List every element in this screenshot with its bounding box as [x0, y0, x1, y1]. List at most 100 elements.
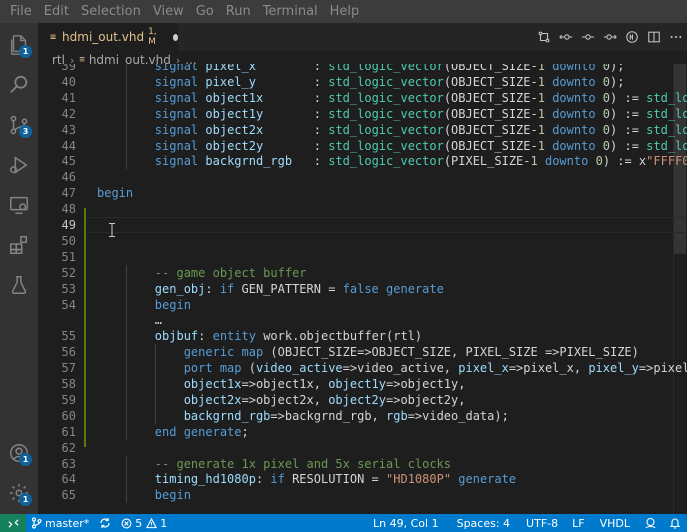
menu-run[interactable]: Run: [220, 0, 257, 23]
code-line[interactable]: 57 port map (video_active=>video_active,…: [38, 360, 687, 377]
warning-icon: [146, 517, 158, 528]
code-text: -- game object buffer: [154, 265, 307, 280]
code-line[interactable]: 52 -- game object buffer: [38, 264, 687, 281]
code-line[interactable]: 40 signal pixel_y : std_logic_vector(OBJ…: [38, 73, 687, 90]
line-number: 44: [61, 138, 76, 153]
menu-file[interactable]: File: [4, 0, 38, 23]
code-line[interactable]: 51: [38, 249, 687, 265]
line-number: 46: [61, 170, 76, 185]
remote-icon: [7, 518, 19, 528]
unsaved-dot-icon[interactable]: [172, 33, 178, 41]
compare-changes-button[interactable]: [533, 26, 555, 48]
indent-guide: [125, 153, 127, 170]
branch-name: master*: [45, 516, 90, 530]
line-number: 57: [61, 361, 76, 376]
menu-terminal[interactable]: Terminal: [257, 0, 324, 23]
code-text: signal object2y : std_logic_vector(OBJEC…: [154, 138, 687, 153]
sync-button[interactable]: [94, 514, 116, 532]
split-editor-button[interactable]: [643, 26, 665, 48]
code-line[interactable]: 58 object1x=>object1x, object1y=>object1…: [38, 376, 687, 392]
cursor-position[interactable]: Ln 49, Col 1: [364, 514, 448, 532]
accounts-button[interactable]: 1: [0, 433, 38, 473]
line-number: 48: [61, 202, 76, 217]
code-line[interactable]: 60 backgrnd_rgb=>backgrnd_rgb, rgb=>vide…: [38, 407, 687, 424]
code-line[interactable]: 48: [38, 201, 687, 217]
error-count: 5: [135, 516, 143, 530]
branch-status[interactable]: master*: [26, 514, 94, 532]
indent-guide: [125, 328, 127, 345]
code-editor[interactable]: 39 signal pixel_x : std_logic_vector(OBJ…: [38, 64, 687, 514]
code-line[interactable]: 61 end generate;: [38, 423, 687, 440]
indent-guide: [125, 360, 127, 377]
search-button[interactable]: [0, 65, 38, 105]
open-changes-button[interactable]: [577, 26, 599, 48]
code-line[interactable]: 56 generic map (OBJECT_SIZE=>OBJECT_SIZE…: [38, 344, 687, 361]
code-line[interactable]: 63 -- generate 1x pixel and 5x serial cl…: [38, 455, 687, 472]
git-branch-icon: [31, 517, 42, 529]
code-line[interactable]: 45 signal backgrnd_rgb : std_logic_vecto…: [38, 153, 687, 170]
tab-bar: ≡ hdmi_out.vhd 1, M: [38, 23, 687, 51]
testing-button[interactable]: [0, 265, 38, 305]
menu-go[interactable]: Go: [190, 0, 220, 23]
code-text: signal object1y : std_logic_vector(OBJEC…: [154, 106, 687, 121]
code-line[interactable]: 54 begin: [38, 296, 687, 313]
remote-explorer-button[interactable]: [0, 185, 38, 225]
menu-view[interactable]: View: [147, 0, 190, 23]
go-forward-button[interactable]: [599, 26, 621, 48]
go-back-button[interactable]: [555, 26, 577, 48]
tab-hdmi-out[interactable]: ≡ hdmi_out.vhd 1, M: [38, 23, 178, 51]
code-line[interactable]: 46: [38, 169, 687, 185]
code-line[interactable]: 39 signal pixel_x : std_logic_vector(OBJ…: [38, 64, 687, 74]
code-text: object2x=>object2x, object2y=>object2y,: [183, 392, 466, 407]
run-debug-icon: [10, 156, 28, 174]
menu-help[interactable]: Help: [324, 0, 366, 23]
code-line[interactable]: …: [38, 312, 687, 329]
explorer-badge: 1: [19, 45, 32, 58]
more-actions-button[interactable]: [665, 26, 687, 48]
code-text: end generate;: [154, 424, 249, 439]
menu-selection[interactable]: Selection: [75, 0, 147, 23]
indentation-status[interactable]: Spaces: 4: [448, 514, 519, 532]
problems-status[interactable]: 5 1: [116, 514, 172, 532]
remote-indicator[interactable]: [0, 514, 26, 532]
manage-button[interactable]: 1: [0, 473, 38, 513]
extensions-button[interactable]: [0, 225, 38, 265]
indent-guide: [125, 391, 127, 408]
feedback-button[interactable]: [638, 514, 663, 532]
code-line[interactable]: 50: [38, 233, 687, 249]
code-line[interactable]: 62: [38, 440, 687, 456]
indent-guide: [125, 264, 127, 281]
line-number: 58: [61, 377, 76, 391]
code-text: object1x=>object1x, object1y=>object1y,: [183, 377, 466, 391]
code-line[interactable]: 55 objbuf: entity work.objectbuffer(rtl): [38, 328, 687, 345]
code-line[interactable]: 65 begin: [38, 487, 687, 504]
encoding-status[interactable]: UTF-8: [519, 514, 565, 532]
code-line[interactable]: 43 signal object2x : std_logic_vector(OB…: [38, 121, 687, 138]
toggle-blame-button[interactable]: [621, 26, 643, 48]
code-line[interactable]: 44 signal object2y : std_logic_vector(OB…: [38, 137, 687, 154]
line-number: 39: [61, 64, 76, 73]
code-text: backgrnd_rgb=>backgrnd_rgb, rgb=>video_d…: [183, 408, 509, 423]
extensions-icon: [10, 236, 28, 254]
code-line[interactable]: 64 timing_hd1080p: if RESOLUTION = "HD10…: [38, 471, 687, 488]
explorer-button[interactable]: 1: [0, 25, 38, 65]
run-debug-button[interactable]: [0, 145, 38, 185]
code-line[interactable]: 53 gen_obj: if GEN_PATTERN = false gener…: [38, 280, 687, 297]
code-line[interactable]: 41 signal object1x : std_logic_vector(OB…: [38, 89, 687, 106]
menu-edit[interactable]: Edit: [38, 0, 75, 23]
code-line[interactable]: 49: [38, 217, 687, 233]
code-line[interactable]: 42 signal object1y : std_logic_vector(OB…: [38, 105, 687, 122]
eol-status[interactable]: LF: [565, 514, 591, 532]
code-line[interactable]: 59 object2x=>object2x, object2y=>object2…: [38, 391, 687, 408]
line-number: 55: [61, 329, 76, 344]
indent-guide: [125, 312, 127, 329]
search-icon: [10, 75, 28, 93]
status-bar: master* 5 1 Ln 49, Col 1 Spaces: 4 UTF-8…: [0, 514, 687, 532]
activity-bar: 1 3 1 1: [0, 23, 38, 514]
testing-icon: [11, 276, 27, 294]
notifications-button[interactable]: [663, 514, 687, 532]
language-mode[interactable]: VHDL: [592, 514, 638, 532]
code-text: port map (video_active=>video_active, pi…: [183, 361, 687, 376]
source-control-button[interactable]: 3: [0, 105, 38, 145]
code-line[interactable]: 47 begin: [38, 185, 687, 201]
